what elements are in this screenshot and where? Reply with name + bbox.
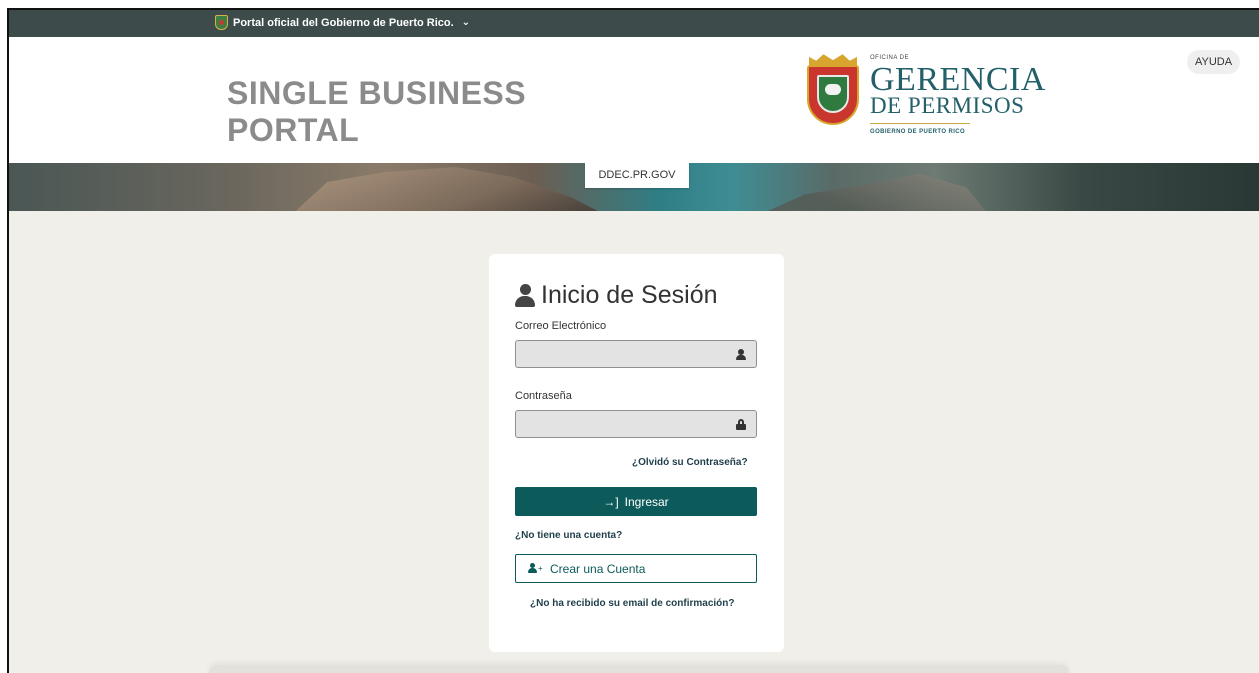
chevron-down-icon: ⌄ bbox=[461, 17, 471, 28]
password-field[interactable] bbox=[515, 410, 757, 438]
site-title-line2: PORTAL bbox=[227, 112, 360, 148]
email-input[interactable] bbox=[516, 341, 756, 367]
site-header: SINGLE BUSINESS PORTAL OFICINA DE GERENC… bbox=[9, 37, 1259, 163]
footer-panel-edge bbox=[209, 665, 1069, 673]
resend-confirmation-link[interactable]: ¿No ha recibido su email de confirmación… bbox=[530, 598, 734, 609]
email-label: Correo Electrónico bbox=[515, 320, 607, 332]
hero-banner: DDEC.PR.GOV bbox=[9, 163, 1259, 211]
password-input[interactable] bbox=[516, 411, 756, 437]
browser-viewport: Portal oficial del Gobierno de Puerto Ri… bbox=[7, 8, 1259, 673]
no-account-link[interactable]: ¿No tiene una cuenta? bbox=[515, 530, 622, 541]
gov-portal-label: Portal oficial del Gobierno de Puerto Ri… bbox=[233, 16, 454, 29]
agency-title: GERENCIA bbox=[870, 61, 1046, 98]
user-icon bbox=[515, 283, 535, 308]
sign-in-icon: →] bbox=[603, 494, 619, 509]
puerto-rico-seal-icon bbox=[215, 15, 228, 30]
password-label: Contraseña bbox=[515, 390, 572, 402]
site-title-line1: SINGLE BUSINESS bbox=[227, 75, 527, 111]
ddec-link-tab[interactable]: DDEC.PR.GOV bbox=[585, 163, 689, 188]
add-user-icon: + bbox=[528, 563, 543, 574]
banner-rock-image bbox=[289, 167, 609, 211]
forgot-password-link[interactable]: ¿Olvidó su Contraseña? bbox=[632, 457, 748, 468]
agency-divider bbox=[870, 123, 970, 124]
login-card: Inicio de Sesión Correo Electrónico Cont… bbox=[489, 254, 784, 652]
create-account-button[interactable]: + Crear una Cuenta bbox=[515, 554, 757, 583]
login-title: Inicio de Sesión bbox=[541, 281, 718, 309]
agency-name: OFICINA DE GERENCIA DE PERMISOS GOBIERNO… bbox=[870, 53, 1046, 135]
login-heading: Inicio de Sesión bbox=[515, 281, 718, 310]
government-bar: Portal oficial del Gobierno de Puerto Ri… bbox=[9, 10, 1259, 37]
email-field[interactable] bbox=[515, 340, 757, 368]
agency-logo[interactable]: OFICINA DE GERENCIA DE PERMISOS GOBIERNO… bbox=[804, 53, 1046, 135]
banner-rock-image bbox=[759, 173, 989, 211]
gov-portal-link[interactable]: Portal oficial del Gobierno de Puerto Ri… bbox=[215, 15, 470, 30]
lock-icon bbox=[736, 419, 746, 430]
help-button[interactable]: AYUDA bbox=[1187, 50, 1241, 74]
agency-subtitle: DE PERMISOS bbox=[870, 93, 1025, 118]
signin-label: Ingresar bbox=[624, 494, 669, 509]
user-icon bbox=[736, 349, 746, 361]
create-account-label: Crear una Cuenta bbox=[550, 561, 646, 576]
agency-government: GOBIERNO DE PUERTO RICO bbox=[870, 129, 966, 135]
signin-button[interactable]: →] Ingresar bbox=[515, 487, 757, 516]
site-title: SINGLE BUSINESS PORTAL bbox=[227, 75, 526, 149]
coat-of-arms-icon bbox=[804, 53, 862, 127]
